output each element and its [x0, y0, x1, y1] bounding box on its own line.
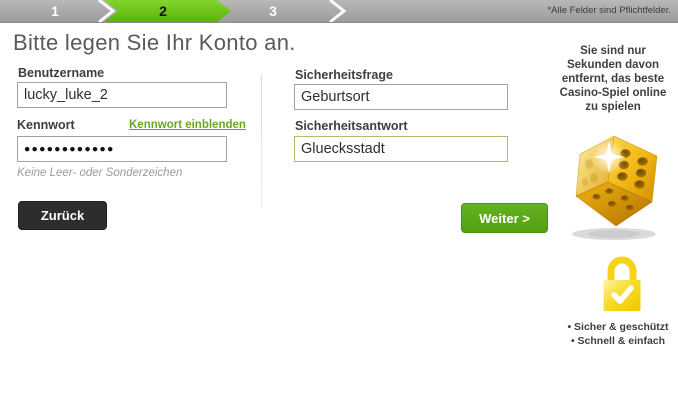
promo-line: Casino-Spiel online	[559, 87, 667, 99]
username-label: Benutzername	[18, 66, 105, 80]
security-question-label: Sicherheitsfrage	[295, 68, 393, 82]
password-label: Kennwort	[17, 118, 75, 132]
padlock-shackle	[607, 256, 637, 281]
password-hint: Keine Leer- oder Sonderzeichen	[17, 167, 183, 179]
benefit-item: • Schnell & einfach	[570, 335, 666, 347]
promo-line: zu spielen	[585, 101, 641, 113]
show-password-link[interactable]: Kennwort einblenden	[129, 119, 246, 131]
golden-dice-image	[572, 135, 658, 240]
padlock-check-icon	[603, 256, 641, 311]
step-progress-bar: 1 2 3 *Alle Felder sind Pflichtfelder.	[0, 0, 678, 23]
registration-page: 1 2 3 *Alle Felder sind Pflichtfelder. B…	[0, 0, 678, 404]
username-input[interactable]	[17, 82, 227, 108]
dice-shadow-core	[588, 230, 640, 238]
security-question-input[interactable]	[294, 84, 508, 110]
promo-line: entfernt, das beste	[561, 73, 665, 85]
benefit-item: • Sicher & geschützt	[567, 321, 669, 333]
step-2-label: 2	[159, 3, 167, 19]
next-button[interactable]: Weiter >	[461, 203, 548, 233]
benefits-list: • Sicher & geschützt • Schnell & einfach	[548, 320, 678, 348]
chevron-separator-icon	[329, 0, 347, 22]
step-3-label: 3	[269, 3, 277, 19]
security-answer-input[interactable]	[294, 136, 508, 162]
password-input[interactable]	[17, 136, 227, 162]
promo-line: Sie sind nur	[580, 45, 646, 57]
back-button[interactable]: Zurück	[18, 201, 107, 230]
promo-text: Sie sind nur Sekunden davon entfernt, da…	[546, 44, 678, 114]
required-fields-note: *Alle Felder sind Pflichtfelder.	[547, 5, 671, 16]
promo-line: Sekunden davon	[566, 59, 660, 71]
security-answer-label: Sicherheitsantwort	[295, 119, 408, 133]
page-title: Bitte legen Sie Ihr Konto an.	[13, 30, 296, 55]
step-1-label: 1	[51, 3, 59, 19]
column-divider	[261, 74, 262, 208]
step-2-active-segment	[104, 0, 231, 22]
